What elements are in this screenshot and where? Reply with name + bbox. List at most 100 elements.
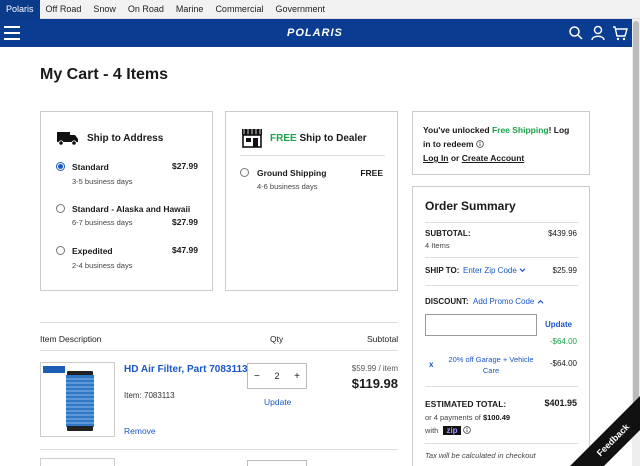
next-row-partial [40,458,115,466]
product-name-link[interactable]: HD Air Filter, Part 7083113 [124,364,248,375]
promo-code-input[interactable] [425,314,537,336]
standard-days: 3-5 business days [72,177,133,186]
remove-promo-button[interactable]: x [429,360,433,369]
enter-zip-code-link[interactable]: Enter Zip Code [463,266,526,275]
qty-value[interactable]: 2 [274,371,279,381]
unit-price: $59.99 / item [351,364,398,373]
ground-shipping-radio[interactable] [240,168,249,177]
alaska-hawaii-days: 6-7 business days [72,218,133,227]
main-nav: POLARIS [0,19,632,47]
subtotal-label: SUBTOTAL: [425,229,471,238]
dealer-divider [240,155,385,156]
brand-tab-on-road[interactable]: On Road [122,0,170,19]
next-row-stepper-partial [247,460,307,466]
table-top-divider [40,322,398,323]
with-zip: with zip [425,426,471,435]
ground-shipping-label: Ground Shipping [257,168,327,178]
brand-tab-commercial[interactable]: Commercial [209,0,269,19]
ship-to-address-title: Ship to Address [87,133,164,144]
alaska-hawaii-radio[interactable] [56,204,65,213]
chevron-up-icon [537,299,544,304]
account-icon[interactable] [590,25,606,41]
discount-label: DISCOUNT: [425,297,469,306]
truck-icon [57,132,78,146]
alaska-hawaii-price: $27.99 [172,217,198,227]
remove-item-link[interactable]: Remove [124,426,156,436]
ship-to-label: SHIP TO: [425,266,460,275]
cart-icon[interactable] [612,25,628,41]
summary-divider-1 [425,222,578,223]
or-text: or [448,153,462,163]
polaris-logo[interactable]: POLARIS [287,27,343,39]
free-shipping-highlight: Free Shipping [491,125,549,135]
product-item-number: Item: 7083113 [124,391,175,400]
add-promo-code-link[interactable]: Add Promo Code [473,297,544,306]
estimated-total-value: $401.95 [544,398,577,408]
items-count: 4 Items [425,241,450,250]
expedited-radio[interactable] [56,246,65,255]
standard-label: Standard [72,162,109,172]
expedited-label: Expedited [72,246,113,256]
with-text: with [425,426,439,435]
summary-divider-3 [425,285,578,286]
hamburger-menu-icon[interactable] [4,26,20,40]
zip-info-icon[interactable] [462,426,471,434]
col-subtotal: Subtotal [367,334,399,344]
payments-amount: $100.49 [482,413,511,422]
order-summary-card: Order Summary SUBTOTAL: $439.96 4 Items … [412,186,590,466]
scrollbar-thumb[interactable] [633,21,639,421]
subtotal-value: $439.96 [548,229,577,238]
brand-tab-off-road[interactable]: Off Road [40,0,88,19]
qty-update-link[interactable]: Update [264,397,291,407]
ship-to-dealer-card[interactable]: FREE Ship to Dealer Ground Shipping FREE… [225,111,398,291]
quantity-stepper: − 2 + [247,363,307,389]
summary-divider-5 [425,443,578,444]
qty-increment-button[interactable]: + [294,371,300,382]
brand-tab-snow[interactable]: Snow [87,0,122,19]
loyalty-card: You've unlocked Free Shipping! Log in to… [412,111,590,175]
col-qty: Qty [270,334,284,344]
free-label: FREE [270,133,297,144]
summary-divider-4 [425,386,578,387]
row-divider [40,449,398,450]
ground-shipping-days: 4-6 business days [257,182,318,191]
alaska-hawaii-label: Standard - Alaska and Hawaii [72,204,191,214]
expedited-days: 2-4 business days [72,261,133,270]
brand-tab-marine[interactable]: Marine [170,0,210,19]
brand-tab-polaris[interactable]: Polaris [0,0,40,19]
zip-logo[interactable]: zip [443,426,461,435]
product-image[interactable] [40,362,115,437]
payments-prefix: or 4 payments of [425,413,483,422]
dealer-store-icon [242,129,262,148]
promo-value: -$64.00 [549,359,577,368]
brand-tab-government[interactable]: Government [269,0,331,19]
chevron-down-icon [519,268,526,273]
ship-to-dealer-text: Ship to Dealer [296,133,367,144]
item-subtotal: $119.98 [351,376,398,391]
enter-zip-code-text: Enter Zip Code [463,266,517,275]
expedited-price: $47.99 [172,245,198,255]
brand-tab-bar: Polaris Off Road Snow On Road Marine Com… [0,0,640,19]
order-summary-title: Order Summary [425,199,516,213]
air-filter-image [43,366,94,431]
promo-description: 20% off Garage + Vehicle Care [448,355,534,375]
col-item-description: Item Description [40,334,102,344]
search-icon[interactable] [568,25,584,41]
estimated-total-label: ESTIMATED TOTAL: [425,399,507,409]
page-title: My Cart - 4 Items [40,66,169,83]
payments-text: or 4 payments of $100.49 [425,413,510,422]
table-header-divider [40,350,398,351]
standard-price: $27.99 [172,161,198,171]
qty-decrement-button[interactable]: − [254,371,260,382]
add-promo-code-text: Add Promo Code [473,297,535,306]
summary-divider-2 [425,257,578,258]
create-account-link[interactable]: Create Account [462,153,525,163]
discount-total: -$64.00 [549,337,577,346]
login-link[interactable]: Log In [423,153,449,163]
standard-radio[interactable] [56,162,65,171]
ship-to-address-card[interactable]: Ship to Address Standard $27.99 3-5 busi… [40,111,213,291]
loyalty-prefix: You've unlocked [423,125,492,135]
promo-update-button[interactable]: Update [545,320,572,329]
info-icon[interactable] [476,140,484,148]
tax-note: Tax will be calculated in checkout [425,451,536,460]
